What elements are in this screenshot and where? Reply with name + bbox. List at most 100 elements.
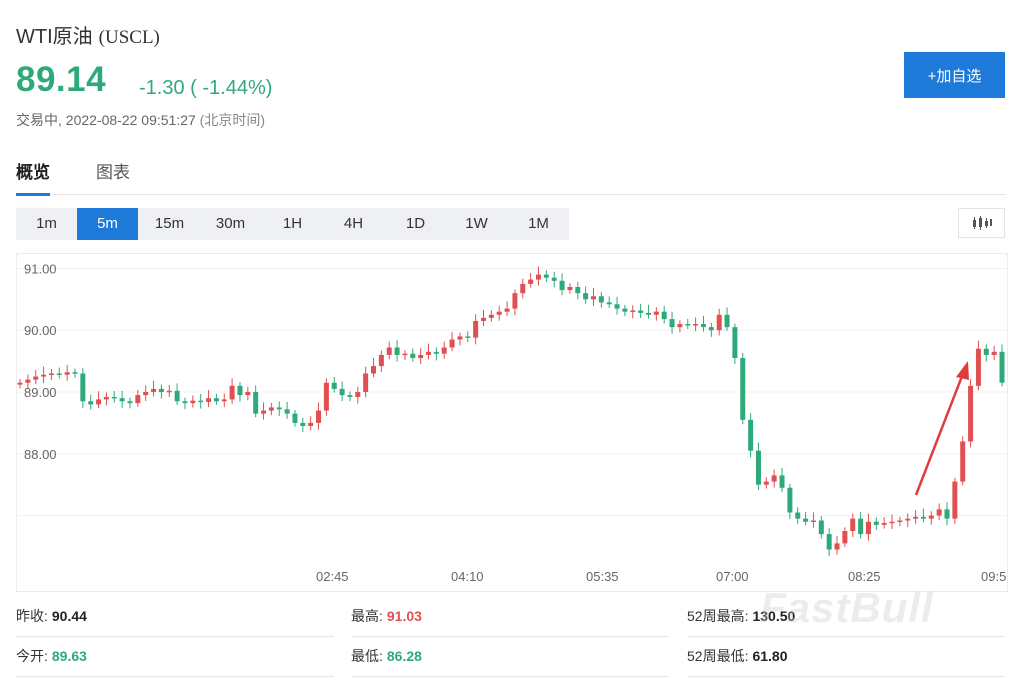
candle	[88, 394, 94, 410]
candle	[347, 391, 353, 402]
x-tick-label: 05:35	[586, 569, 619, 584]
x-tick-label: 09:5	[981, 569, 1006, 584]
status-timestamp: 2022-08-22 09:51:27	[65, 112, 196, 128]
candle	[708, 322, 714, 337]
candle	[174, 383, 180, 405]
price-chart[interactable]: 91.00 90.00 89.00 88.00 02:45 04:10 05:35 07:00…	[16, 253, 1008, 593]
add-watchlist-button[interactable]: +加自选	[904, 52, 1005, 98]
candle	[103, 392, 109, 406]
candle	[17, 379, 23, 389]
candle	[206, 390, 212, 408]
candle	[645, 304, 651, 319]
period-15m[interactable]: 15m	[139, 208, 200, 240]
candle	[433, 347, 439, 361]
candle	[991, 345, 997, 361]
instrument-title: WTI原油 (USCL)	[16, 20, 160, 49]
tab-chart[interactable]: 图表	[96, 158, 130, 193]
last-price: 89.14	[16, 60, 107, 99]
candle	[693, 317, 699, 332]
candle	[119, 390, 125, 408]
annotation-arrowhead	[956, 361, 969, 380]
candle	[559, 273, 565, 296]
stat-open: 今开: 89.63	[16, 646, 334, 677]
candle	[441, 341, 447, 359]
candle	[473, 314, 479, 345]
period-1mo[interactable]: 1M	[508, 208, 569, 240]
instrument-name: WTI原油	[16, 26, 93, 48]
x-tick-label: 08:25	[848, 569, 881, 584]
chart-frame	[16, 253, 1008, 592]
period-1d[interactable]: 1D	[385, 208, 446, 240]
candle	[716, 308, 722, 336]
stat-high: 最高: 91.03	[351, 606, 669, 637]
candle	[339, 381, 345, 402]
candle	[968, 379, 974, 448]
candle	[755, 442, 761, 490]
candle	[48, 369, 54, 380]
candle	[834, 535, 840, 555]
watermark-logo: FastBull	[760, 584, 934, 631]
candle	[763, 477, 769, 489]
candle	[56, 367, 62, 379]
tab-overview[interactable]: 概览	[16, 158, 50, 196]
candlestick-icon	[972, 216, 992, 230]
candle	[151, 380, 157, 397]
candle	[638, 303, 644, 319]
candle	[975, 340, 981, 391]
candle	[198, 393, 204, 409]
candle	[614, 296, 620, 315]
candle	[622, 304, 628, 317]
candle	[685, 318, 691, 329]
annotation-arrow	[914, 370, 966, 496]
candle	[873, 517, 879, 531]
candle	[143, 385, 149, 402]
candle	[818, 516, 824, 539]
period-4h[interactable]: 4H	[323, 208, 384, 240]
x-tick-label: 02:45	[316, 569, 349, 584]
period-1m[interactable]: 1m	[16, 208, 77, 240]
instrument-symbol: (USCL)	[98, 27, 160, 48]
candle	[520, 278, 526, 299]
x-tick-label: 04:10	[451, 569, 484, 584]
period-1h[interactable]: 1H	[262, 208, 323, 240]
y-tick-label: 89.00	[24, 385, 57, 400]
candle	[748, 413, 754, 458]
candle	[661, 305, 667, 324]
candle	[488, 310, 494, 322]
candle	[630, 305, 636, 319]
candle	[740, 352, 746, 425]
stat-low: 最低: 86.28	[351, 646, 669, 677]
candle	[528, 272, 534, 288]
candle	[535, 266, 541, 286]
period-30m[interactable]: 30m	[200, 208, 261, 240]
candle	[253, 385, 259, 418]
candle	[41, 366, 47, 384]
candle	[261, 402, 267, 420]
period-1w[interactable]: 1W	[446, 208, 507, 240]
candle	[182, 397, 188, 410]
candle	[402, 349, 408, 361]
candle	[410, 348, 416, 362]
price-change: -1.30 ( -1.44%)	[139, 77, 273, 99]
candle	[80, 368, 86, 408]
candle	[543, 270, 549, 283]
candle	[567, 283, 573, 294]
candle	[481, 309, 487, 327]
candle	[378, 350, 384, 372]
candle	[960, 436, 966, 486]
candle	[394, 340, 400, 362]
candle	[575, 281, 581, 300]
candle	[496, 305, 502, 321]
period-selector: 1m 5m 15m 30m 1H 4H 1D 1W 1M	[16, 208, 569, 240]
status-text: 交易中,	[16, 112, 62, 128]
candle	[952, 477, 958, 524]
candle	[72, 368, 78, 378]
chart-type-button[interactable]	[958, 208, 1005, 238]
candle	[732, 323, 738, 364]
status-timezone: (北京时间)	[199, 112, 265, 128]
candle	[803, 511, 809, 526]
candle	[810, 512, 816, 528]
period-5m[interactable]: 5m	[77, 208, 138, 240]
candle	[213, 393, 219, 405]
candle	[598, 291, 604, 308]
